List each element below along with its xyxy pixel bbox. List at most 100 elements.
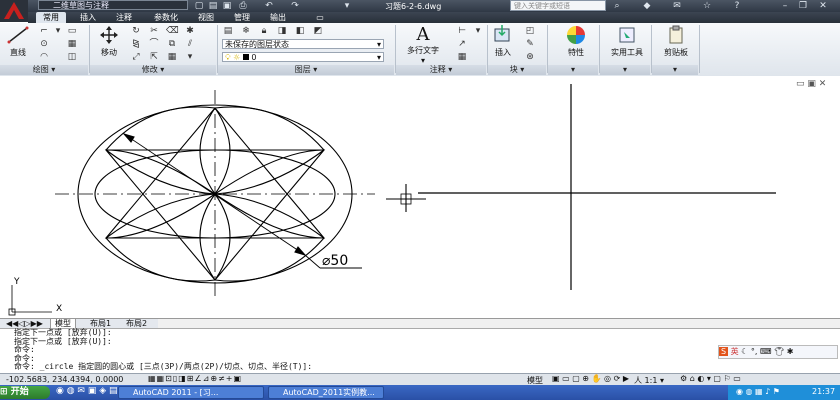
- stretch-icon[interactable]: ⤢: [130, 52, 142, 62]
- plot-icon[interactable]: ⎙: [236, 0, 250, 12]
- explode-icon[interactable]: ✱: [184, 26, 196, 36]
- insert-button[interactable]: 插入: [490, 25, 516, 58]
- layer-lock-icon[interactable]: 🔒︎: [258, 26, 270, 36]
- line-icon: [7, 26, 29, 44]
- command-prompt-line[interactable]: 命令: _circle 指定圆的圆心或 [三点(3P)/两点(2P)/切点、切点…: [0, 363, 840, 372]
- minimize-icon[interactable]: –: [778, 0, 792, 12]
- modify-panel-title[interactable]: 修改 ▾: [90, 65, 216, 75]
- workspace-dropdown[interactable]: 二维草图与注释: [38, 0, 188, 10]
- tab-view[interactable]: 视图: [192, 12, 220, 23]
- utilities-button[interactable]: 实用工具: [604, 25, 650, 58]
- layer-color-swatch: [242, 54, 249, 60]
- layout-buttons[interactable]: ▣ ▭ ▢ ⊕ ✋ ◎ ⟳ ▶: [552, 374, 629, 383]
- open-icon[interactable]: ▤: [206, 0, 220, 12]
- layer-freeze-icon[interactable]: ❄: [240, 26, 252, 36]
- restore-icon[interactable]: ❐: [796, 0, 810, 12]
- command-history-line: 指定下一点或 [放弃(U)]:: [14, 336, 112, 346]
- move-button[interactable]: 移动: [94, 25, 124, 58]
- help-icon[interactable]: ?: [730, 0, 744, 12]
- taskbar-item-autocad[interactable]: AutoCAD 2011 - [习...: [118, 386, 264, 399]
- erase-icon[interactable]: ⌫: [166, 26, 179, 36]
- rotate-icon[interactable]: ↻: [130, 26, 142, 36]
- viewport-close-icon[interactable]: ✕: [819, 79, 827, 89]
- close-icon[interactable]: ✕: [816, 0, 830, 12]
- clipboard-button[interactable]: 剪贴板: [656, 25, 696, 58]
- qat-dropdown-icon[interactable]: ▾: [340, 0, 354, 12]
- save-icon[interactable]: ▣: [220, 0, 234, 12]
- divider: [699, 25, 700, 73]
- dim-dropdown-icon[interactable]: ▾: [472, 26, 484, 36]
- layer-match-icon[interactable]: ◧: [294, 26, 306, 36]
- drafting-toggles[interactable]: ▦▦⊡▯◨⊞∠⊿⊕≠+▣: [148, 374, 242, 383]
- tab-output[interactable]: 输出: [264, 12, 292, 23]
- multileader-icon[interactable]: ↗: [456, 39, 468, 49]
- clipboard-icon: [669, 25, 683, 44]
- undo-icon[interactable]: ↶: [262, 0, 276, 12]
- layer-properties-icon[interactable]: ▤: [222, 26, 234, 36]
- taskbar-item-tutorial[interactable]: AutoCAD_2011实例教...: [268, 386, 384, 399]
- table-icon[interactable]: ▦: [456, 52, 468, 62]
- mtext-button[interactable]: A 多行文字 ▾: [400, 25, 446, 66]
- fillet-icon[interactable]: ⌒: [148, 39, 160, 49]
- layer-off-icon[interactable]: ◩: [312, 26, 324, 36]
- edit-block-icon[interactable]: ✎: [524, 39, 536, 49]
- ime-toolbar[interactable]: S 英 ☾ °, ⌨ 👕︎ ✱: [718, 345, 838, 359]
- petal-upper-left: [105, 149, 218, 195]
- drawing-canvas[interactable]: ⌀50 Y X: [0, 76, 840, 320]
- circle-icon[interactable]: ⊙: [38, 39, 50, 49]
- properties-button[interactable]: 特性: [556, 25, 596, 58]
- layer-isolate-icon[interactable]: ◨: [276, 26, 288, 36]
- line-button[interactable]: 直线: [4, 25, 32, 58]
- search-icon[interactable]: ⌕: [610, 0, 624, 12]
- layer-state-dropdown[interactable]: 未保存的图层状态 ▾: [222, 39, 384, 49]
- trim-icon[interactable]: ✂: [148, 26, 160, 36]
- copy-icon[interactable]: ⧉: [166, 39, 178, 49]
- status-tray-icons[interactable]: ⚙ ⌂ ◐ ▾ ▢ ⚐ ▭: [680, 374, 741, 383]
- search-input[interactable]: 键入关键字或短语: [510, 0, 606, 11]
- quick-launch-icons[interactable]: ◉ ◍ ✉ ▣ ◈ ▤: [56, 386, 117, 396]
- array-icon[interactable]: ▦: [166, 52, 178, 62]
- tab-parametric[interactable]: 参数化: [146, 12, 186, 23]
- boundary-icon[interactable]: ◫: [66, 52, 78, 62]
- ucs-y-label: Y: [13, 277, 20, 287]
- redo-icon[interactable]: ↷: [288, 0, 302, 12]
- modify-more-icon[interactable]: ▾: [184, 52, 196, 62]
- tab-manage[interactable]: 管理: [228, 12, 256, 23]
- tab-insert[interactable]: 插入: [74, 12, 102, 23]
- new-icon[interactable]: ▢: [192, 0, 206, 12]
- draw-panel-title[interactable]: 绘图 ▾: [0, 65, 88, 75]
- clipboard-panel-title[interactable]: ▾: [652, 65, 698, 75]
- command-window[interactable]: 指定下一点或 [放弃(U)]: 指定下一点或 [放弃(U)]: 命令: 命令: …: [0, 328, 840, 373]
- subscription-icon[interactable]: ◆: [640, 0, 654, 12]
- linear-dimension-icon[interactable]: ⊢: [456, 26, 468, 36]
- favorites-icon[interactable]: ☆: [700, 0, 714, 12]
- mirror-icon[interactable]: ⧎: [130, 39, 142, 49]
- tab-annotate[interactable]: 注释: [110, 12, 138, 23]
- viewport-restore-icon[interactable]: ▣: [807, 79, 816, 89]
- communication-icon[interactable]: ✉: [670, 0, 684, 12]
- ribbon-toggle-icon[interactable]: ▭: [312, 12, 328, 23]
- windows-logo-icon: ⊞: [0, 387, 8, 397]
- color-wheel-icon: [567, 26, 585, 44]
- properties-panel-title[interactable]: ▾: [548, 65, 598, 75]
- tab-home[interactable]: 常用: [36, 12, 66, 23]
- scale-icon[interactable]: ⇱: [148, 52, 160, 62]
- utilities-panel-title[interactable]: ▾: [600, 65, 650, 75]
- arc-icon[interactable]: ◠: [38, 52, 50, 62]
- autocad-logo-icon[interactable]: [0, 0, 28, 22]
- tray-icons[interactable]: ◉ ◍ ▦ ♪ ⚑: [736, 387, 780, 396]
- attribute-icon[interactable]: ⊛: [524, 52, 536, 62]
- start-button[interactable]: ⊞ 开始: [0, 386, 50, 399]
- layers-panel-title[interactable]: 图层 ▾: [218, 65, 394, 75]
- annotation-panel-title[interactable]: 注释 ▾: [396, 65, 486, 75]
- windows-taskbar: ⊞ 开始 ◉ ◍ ✉ ▣ ◈ ▤ AutoCAD 2011 - [习... Au…: [0, 385, 840, 400]
- current-layer-dropdown[interactable]: 💡︎ ☼ 0 ▾: [222, 52, 384, 62]
- create-block-icon[interactable]: ◰: [524, 26, 536, 36]
- draw-more-icon[interactable]: ▾: [52, 26, 64, 36]
- viewport-minimize-icon[interactable]: ▭: [796, 79, 805, 89]
- rectangle-icon[interactable]: ▭: [66, 26, 78, 36]
- hatch-icon[interactable]: ▦: [66, 39, 78, 49]
- block-panel-title[interactable]: 块 ▾: [488, 65, 546, 75]
- offset-icon[interactable]: ⫽: [184, 39, 196, 49]
- polyline-icon[interactable]: ⌐: [38, 26, 50, 36]
